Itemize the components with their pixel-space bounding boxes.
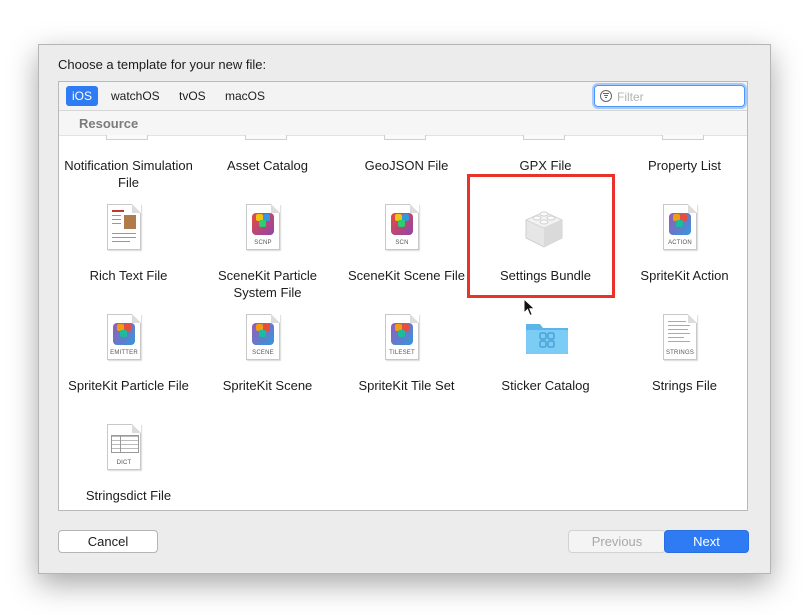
template-label: SpriteKit Action	[640, 268, 729, 283]
folder-icon	[524, 314, 570, 360]
template-sticker-catalog[interactable]: Sticker Catalog	[476, 314, 615, 414]
template-label: Rich Text File	[89, 268, 168, 283]
template-spritekit-scene[interactable]: SCENE SpriteKit Scene	[198, 314, 337, 414]
template-stringsdict-file[interactable]: DICT Stringsdict File	[59, 424, 198, 510]
icon-peek	[245, 135, 287, 140]
stringsdict-icon: DICT	[107, 424, 143, 470]
spritekit-icon: SCENE	[246, 314, 282, 360]
platform-bar: iOS watchOS tvOS macOS	[59, 82, 747, 111]
selection-highlight-box	[467, 174, 615, 298]
filter-icon	[600, 90, 612, 102]
rich-text-icon	[107, 204, 143, 250]
template-panel: iOS watchOS tvOS macOS Resource Notif	[58, 81, 748, 511]
spritekit-icon: EMITTER	[107, 314, 143, 360]
icon-peek	[384, 135, 426, 140]
tab-tvos[interactable]: tvOS	[173, 86, 212, 106]
section-title: Resource	[79, 116, 139, 131]
section-header: Resource	[59, 111, 747, 136]
template-strings-file[interactable]: STRINGS Strings File	[615, 314, 747, 414]
cancel-button[interactable]: Cancel	[58, 530, 158, 553]
template-spritekit-action[interactable]: ACTION SpriteKit Action	[615, 204, 747, 304]
template-label: SpriteKit Tile Set	[358, 378, 455, 393]
template-label: Sticker Catalog	[501, 378, 590, 393]
next-button[interactable]: Next	[664, 530, 749, 553]
template-label: SpriteKit Particle File	[68, 378, 189, 393]
scenekit-icon: SCNP	[246, 204, 282, 250]
template-spritekit-tile-set[interactable]: TILESET SpriteKit Tile Set	[337, 314, 476, 414]
filter-field[interactable]	[594, 85, 745, 107]
template-label: Strings File	[651, 378, 718, 393]
template-label: Notification Simulation File	[64, 158, 193, 190]
dialog-prompt: Choose a template for your new file:	[58, 57, 267, 72]
template-scenekit-scene-file[interactable]: SCN SceneKit Scene File	[337, 204, 476, 304]
icon-peek	[106, 135, 148, 140]
icon-peek	[523, 135, 565, 140]
template-label: Property List	[648, 158, 721, 173]
tab-watchos[interactable]: watchOS	[105, 86, 166, 106]
template-label: GPX File	[519, 158, 572, 173]
scenekit-icon: SCN	[385, 204, 421, 250]
filter-input[interactable]	[615, 87, 743, 106]
template-chooser-sheet: Choose a template for your new file: iOS…	[38, 44, 771, 574]
template-spritekit-particle-file[interactable]: EMITTER SpriteKit Particle File	[59, 314, 198, 414]
template-label: SceneKit Particle System File	[218, 268, 317, 300]
icon-peek	[662, 135, 704, 140]
spritekit-icon: TILESET	[385, 314, 421, 360]
template-rich-text-file[interactable]: Rich Text File	[59, 204, 198, 304]
template-scenekit-particle-system-file[interactable]: SCNP SceneKit Particle System File	[198, 204, 337, 304]
previous-button[interactable]: Previous	[568, 530, 666, 553]
template-label: SceneKit Scene File	[347, 268, 466, 283]
template-label: GeoJSON File	[364, 158, 449, 173]
spritekit-icon: ACTION	[663, 204, 699, 250]
mouse-pointer-icon	[523, 298, 536, 317]
tab-ios[interactable]: iOS	[66, 86, 99, 106]
tab-macos[interactable]: macOS	[219, 86, 271, 106]
template-label: Stringsdict File	[85, 488, 172, 503]
template-label: SpriteKit Scene	[222, 378, 313, 393]
template-label: Asset Catalog	[227, 158, 308, 173]
strings-file-icon: STRINGS	[663, 314, 699, 360]
